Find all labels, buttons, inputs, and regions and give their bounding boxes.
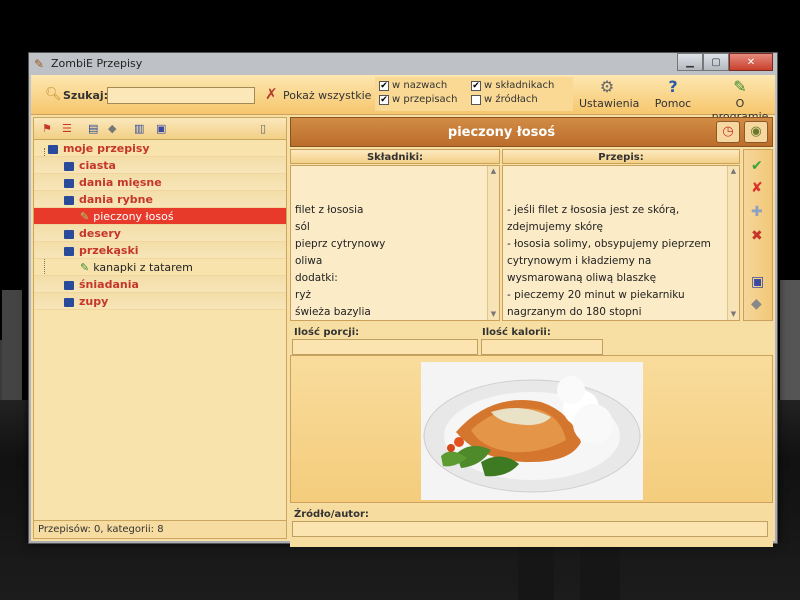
recipe-detail-panel: pieczony łosoś ◷ ◉ Składniki: Przepis: f… xyxy=(290,117,773,547)
list-icon[interactable]: ☰ xyxy=(62,122,72,136)
settings-button[interactable]: ⚙ Ustawienia xyxy=(579,77,639,110)
recipe-tree: moje przepisy ciasta dania mięsne dania … xyxy=(34,140,286,310)
search-filters: ✔ w nazwach ✔ w składnikach ✔ w przepisach … xyxy=(375,77,573,111)
recipe-actions: ✔ ✘ ✚ ✖ ▣ ◆ xyxy=(743,149,773,321)
checkbox-names[interactable]: ✔ xyxy=(379,80,389,91)
status-bar: Przepisów: 0, kategorii: 8 xyxy=(34,520,286,538)
app-window: ✎ ZombiE Przepisy ▁ ▢ ✕ 🔍︎ Szukaj: ✗ Pok… xyxy=(28,52,778,547)
save-icon[interactable]: ▣ xyxy=(751,274,764,290)
print-icon[interactable]: ◆ xyxy=(751,296,762,312)
recipe-header: pieczony łosoś ◷ ◉ xyxy=(290,117,773,147)
filter-recipes[interactable]: ✔ w przepisach xyxy=(379,94,458,105)
ingredients-header: Składniki: xyxy=(290,149,500,164)
scroll-up-icon[interactable]: ▲ xyxy=(488,166,499,177)
scroll-down-icon[interactable]: ▼ xyxy=(488,309,499,320)
maximize-button[interactable]: ▢ xyxy=(703,53,729,71)
search-icon: 🔍︎ xyxy=(45,87,62,102)
book-icon xyxy=(64,178,74,188)
checkbox-ingredients[interactable]: ✔ xyxy=(471,80,481,91)
book-icon xyxy=(64,229,74,239)
erase-icon[interactable]: ◆ xyxy=(108,122,116,136)
edit-book-icon[interactable]: ▥ xyxy=(134,122,144,136)
tree-toolbar: ⚑ ☰ ▤ ◆ ▥ ▣ ▯ xyxy=(34,118,286,140)
book-icon xyxy=(64,280,74,290)
portions-field[interactable] xyxy=(292,339,478,355)
tree-category-zupy[interactable]: zupy xyxy=(34,293,286,310)
checkbox-sources[interactable] xyxy=(471,94,481,105)
close-button[interactable]: ✕ xyxy=(729,53,773,71)
checkbox-recipes[interactable]: ✔ xyxy=(379,94,389,105)
tree-category-dania-rybne[interactable]: dania rybne xyxy=(34,191,286,208)
scroll-up-icon[interactable]: ▲ xyxy=(728,166,739,177)
ingredients-scrollbar[interactable]: ▲ ▼ xyxy=(487,166,499,320)
tree-category-sniadania[interactable]: śniadania xyxy=(34,276,286,293)
dish-icon[interactable]: ◉ xyxy=(744,121,768,143)
remove-item-icon[interactable]: ✖ xyxy=(751,228,763,244)
show-all-button[interactable]: Pokaż wszystkie xyxy=(283,89,371,102)
tree-category-ciasta[interactable]: ciasta xyxy=(34,157,286,174)
toolbar: 🔍︎ Szukaj: ✗ Pokaż wszystkie ✔ w nazwach … xyxy=(31,75,775,123)
knife-icon: ✎ xyxy=(80,210,90,223)
carrot-icon: ✎ xyxy=(733,77,747,96)
client-area: 🔍︎ Szukaj: ✗ Pokaż wszystkie ✔ w nazwach … xyxy=(31,75,775,547)
tree-category-dania-miesne[interactable]: dania mięsne xyxy=(34,174,286,191)
tree-item-pieczony-losos[interactable]: ✎ pieczony łosoś xyxy=(34,208,286,225)
show-all-icon[interactable]: ✗ xyxy=(265,85,278,103)
source-field[interactable] xyxy=(292,521,768,537)
instructions-textarea[interactable]: - jeśli filet z łososia jest ze skórą, z… xyxy=(502,165,740,321)
book-icon xyxy=(64,246,74,256)
new-document-icon[interactable]: ▯ xyxy=(260,122,266,136)
accept-icon[interactable]: ✔ xyxy=(751,158,763,174)
portions-label: Ilość porcji: xyxy=(294,327,360,338)
save-icon[interactable]: ▣ xyxy=(156,122,166,136)
recipe-tree-panel: ⚑ ☰ ▤ ◆ ▥ ▣ ▯ moje przepisy ciasta dania… xyxy=(33,117,287,539)
book-icon xyxy=(48,144,58,154)
calories-label: Ilość kalorii: xyxy=(482,327,551,338)
source-row: Źródło/autor: xyxy=(290,505,773,547)
help-icon: ? xyxy=(668,77,678,96)
minimize-button[interactable]: ▁ xyxy=(677,53,703,71)
help-button[interactable]: ? Pomoc xyxy=(651,77,695,110)
instructions-header: Przepis: xyxy=(502,149,740,164)
app-icon: ✎ xyxy=(34,57,45,71)
add-book-icon[interactable]: ▤ xyxy=(88,122,98,136)
filter-ingredients[interactable]: ✔ w składnikach xyxy=(471,80,554,91)
book-icon xyxy=(64,161,74,171)
knife-icon: ✎ xyxy=(80,261,90,274)
window-title: ZombiE Przepisy xyxy=(51,57,143,70)
book-icon xyxy=(64,297,74,307)
search-input[interactable] xyxy=(107,87,255,104)
tree-category-przekaski[interactable]: przekąski xyxy=(34,242,286,259)
source-label: Źródło/autor: xyxy=(294,509,369,520)
instructions-scrollbar[interactable]: ▲ ▼ xyxy=(727,166,739,320)
book-icon xyxy=(64,195,74,205)
search-label: Szukaj: xyxy=(63,89,109,102)
tree-category-desery[interactable]: desery xyxy=(34,225,286,242)
ingredients-textarea[interactable]: filet z łososia sól pieprz cytrynowy oli… xyxy=(290,165,500,321)
recipe-title: pieczony łosoś xyxy=(447,125,556,140)
add-item-icon[interactable]: ✚ xyxy=(751,204,763,220)
recipe-image-panel xyxy=(290,355,773,503)
tree-root[interactable]: moje przepisy xyxy=(34,140,286,157)
timer-icon[interactable]: ◷ xyxy=(716,121,740,143)
recipe-photo xyxy=(421,362,643,500)
scroll-down-icon[interactable]: ▼ xyxy=(728,309,739,320)
filter-sources[interactable]: w źródłach xyxy=(471,94,538,105)
add-category-icon[interactable]: ⚑ xyxy=(42,122,52,136)
filter-names[interactable]: ✔ w nazwach xyxy=(379,80,447,91)
tree-item-kanapki[interactable]: ✎ kanapki z tatarem xyxy=(34,259,286,276)
calories-field[interactable] xyxy=(481,339,603,355)
cancel-icon[interactable]: ✘ xyxy=(751,180,763,196)
title-bar: ✎ ZombiE Przepisy ▁ ▢ ✕ xyxy=(29,53,777,75)
gear-icon: ⚙ xyxy=(599,77,615,96)
